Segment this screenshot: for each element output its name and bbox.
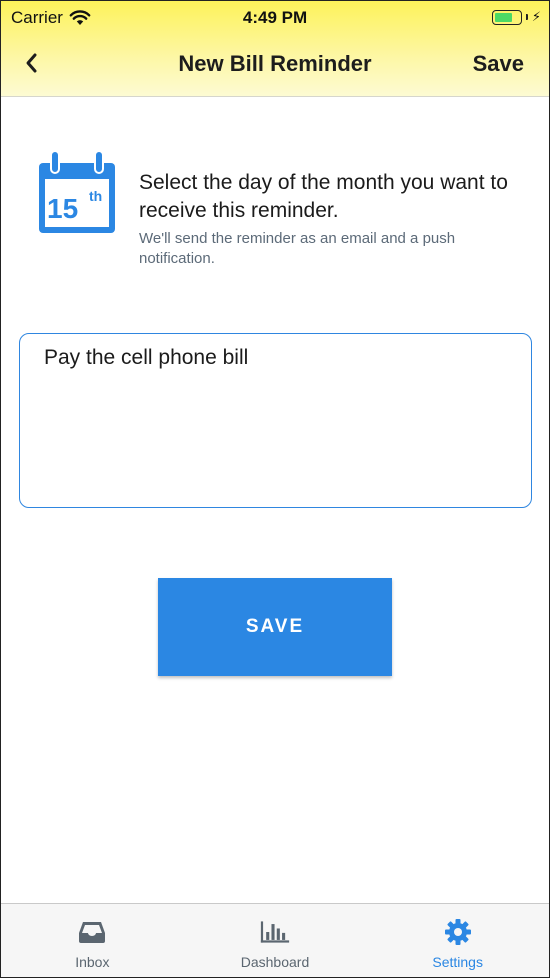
battery-indicator: ⚡ [491,9,541,25]
intro-subtext: We'll send the reminder as an email and … [139,230,456,267]
calendar-day: 15 [47,193,78,224]
battery-level [494,12,512,22]
tab-dashboard[interactable]: Dashboard [184,904,367,977]
inbox-tray-icon [77,918,107,946]
header: Carrier 4:49 PM ⚡ New Bill Reminder Save [1,1,549,97]
bar-chart-icon [260,918,290,946]
battery-icon [491,9,522,25]
calendar-icon[interactable]: 15 th [37,149,117,235]
tab-label-settings: Settings [432,954,483,970]
page-title: New Bill Reminder [178,51,372,76]
status-time: 4:49 PM [242,8,308,27]
status-bar: Carrier 4:49 PM ⚡ [1,1,549,35]
chevron-left-icon [26,53,37,73]
charging-bolt-icon: ⚡ [531,9,541,24]
gear-icon [443,918,473,946]
intro-heading: Select the day of the month you want to … [139,171,508,222]
tab-label-dashboard: Dashboard [240,954,310,970]
tab-inbox[interactable]: Inbox [1,904,184,977]
app-screen: Carrier 4:49 PM ⚡ New Bill Reminder Save… [0,0,550,978]
calendar-day-suffix: th [89,188,102,204]
save-button[interactable]: SAVE [158,578,392,676]
battery-tip [525,14,528,20]
navigation-bar: New Bill Reminder Save [1,35,549,95]
nav-save-button[interactable]: Save [473,51,524,77]
intro-text: Select the day of the month you want to … [139,169,529,269]
reminder-note-input[interactable] [19,333,532,508]
tab-bar: Inbox Dashboard Settings [1,903,549,977]
tab-label-inbox: Inbox [75,954,110,970]
back-button[interactable] [15,47,47,79]
tab-settings[interactable]: Settings [366,904,549,977]
